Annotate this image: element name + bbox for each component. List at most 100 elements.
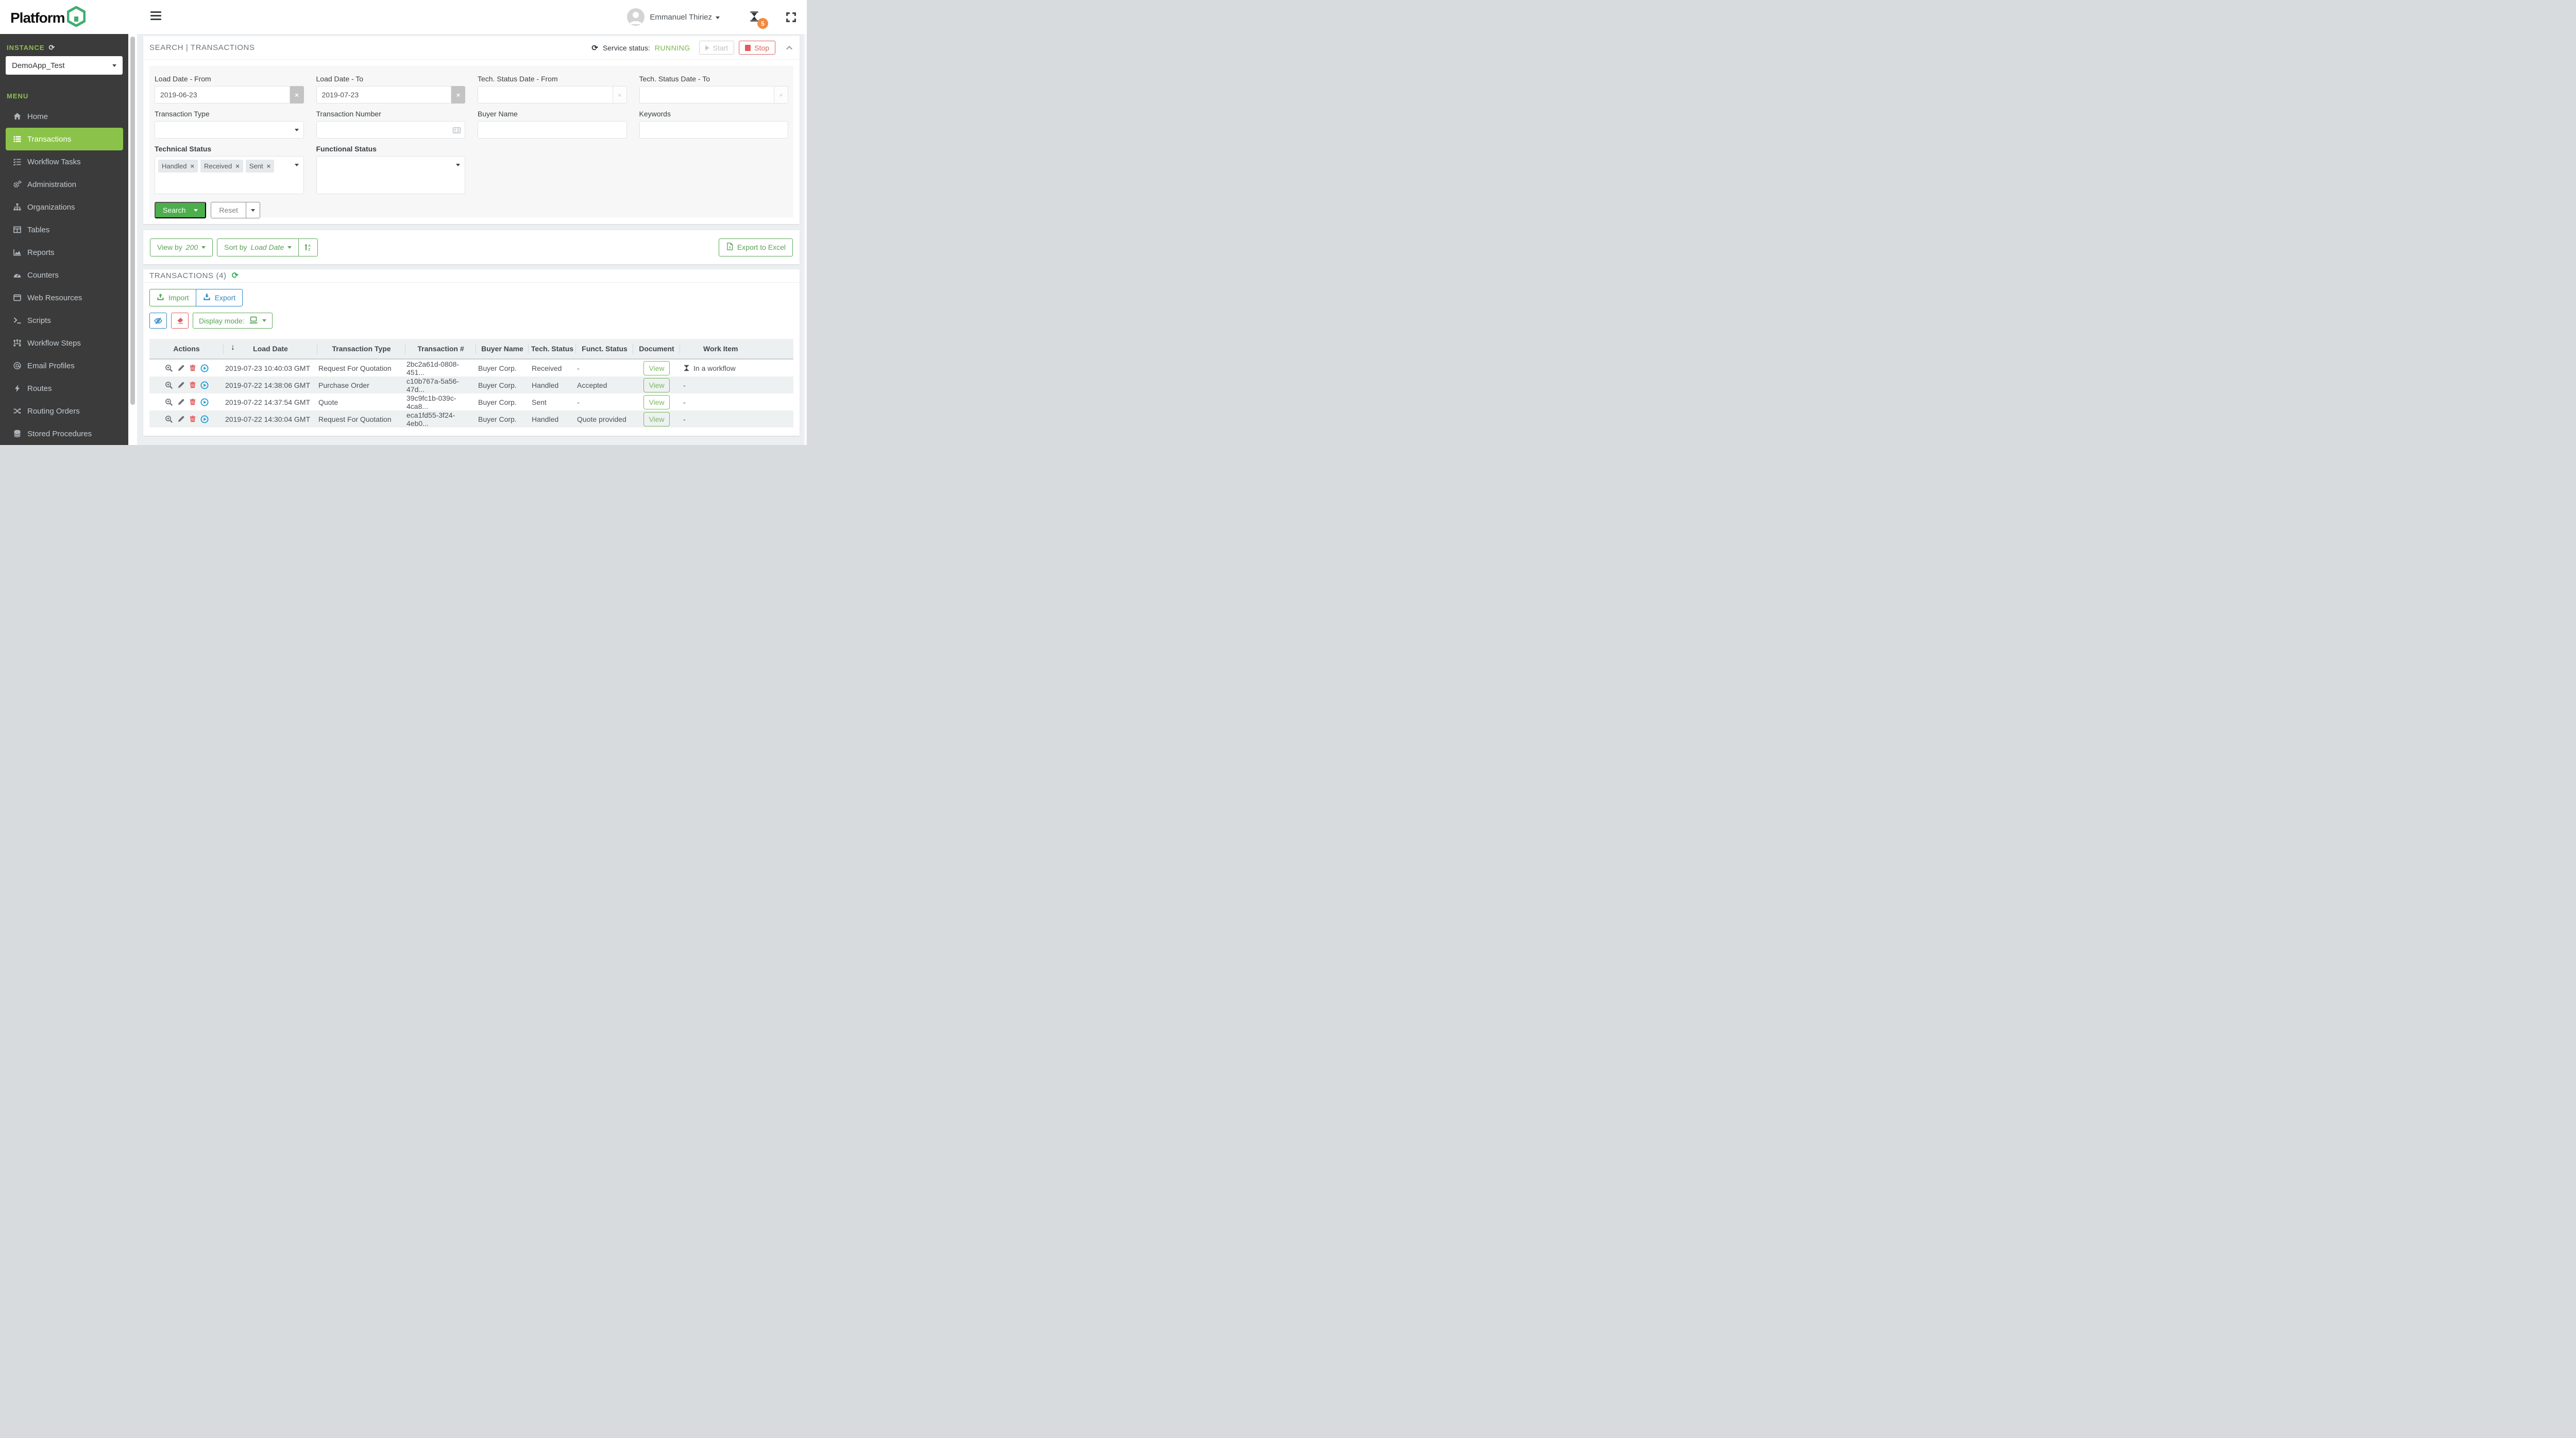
sidebar-item-home[interactable]: Home	[0, 105, 128, 128]
replay-icon[interactable]	[200, 415, 209, 423]
export-button[interactable]: Export	[195, 289, 243, 306]
column-header-actions[interactable]: Actions	[149, 339, 224, 358]
view-document-button[interactable]: View	[643, 412, 670, 426]
delete-icon[interactable]	[189, 398, 196, 406]
pending-tasks-button[interactable]: 5	[749, 9, 768, 29]
column-header-work-item[interactable]: Work Item	[680, 339, 793, 358]
sidebar-item-routes[interactable]: Routes	[0, 377, 128, 400]
service-status-refresh-icon[interactable]: ⟳	[591, 43, 598, 53]
export-to-excel-button[interactable]: x Export to Excel	[718, 238, 793, 256]
tech-status-date-to-input[interactable]	[639, 86, 774, 104]
delete-icon[interactable]	[189, 415, 196, 423]
sidebar-item-counters[interactable]: Counters	[0, 264, 128, 286]
view-document-button[interactable]: View	[643, 378, 670, 392]
sidebar-item-organizations[interactable]: Organizations	[0, 196, 128, 218]
transaction-number-input[interactable]	[316, 121, 465, 139]
instance-refresh-icon[interactable]: ⟳	[48, 43, 55, 52]
column-header-tech-status[interactable]: Tech. Status	[529, 339, 576, 358]
sort-descending-icon[interactable]: ↓	[231, 343, 235, 352]
reset-caret-button[interactable]	[245, 202, 260, 218]
clear-load-date-from-button[interactable]: ×	[290, 86, 304, 104]
sidebar-item-web-resources[interactable]: Web Resources	[0, 286, 128, 309]
tech-status-date-from-input[interactable]	[478, 86, 613, 104]
cell-work-item: -	[683, 381, 686, 389]
cell-tech-status: Received	[532, 364, 562, 372]
clear-tech-date-to-button[interactable]: ×	[774, 86, 788, 104]
view-by-button[interactable]: View by 200	[150, 238, 213, 256]
functional-status-multiselect[interactable]	[316, 156, 465, 194]
edit-icon[interactable]	[177, 415, 185, 423]
delete-icon[interactable]	[189, 381, 196, 389]
platform6-logo[interactable]: Platform	[10, 6, 86, 29]
clear-tech-date-from-button[interactable]: ×	[613, 86, 627, 104]
sort-by-value: Load Date	[250, 243, 284, 251]
keywords-input[interactable]	[639, 121, 788, 139]
clear-load-date-to-button[interactable]: ×	[451, 86, 465, 104]
sidebar-item-scripts[interactable]: Scripts	[0, 309, 128, 332]
cell-buyer-name: Buyer Corp.	[478, 364, 517, 372]
transactions-refresh-icon[interactable]: ⟳	[232, 271, 239, 280]
sidebar-item-stored-procedures[interactable]: Stored Procedures	[0, 422, 128, 445]
toggle-visibility-button[interactable]	[149, 313, 167, 329]
edit-icon[interactable]	[177, 364, 185, 372]
start-button[interactable]: Start	[699, 41, 735, 55]
column-header-transaction-number[interactable]: Transaction #	[405, 339, 476, 358]
edit-icon[interactable]	[177, 398, 185, 406]
cell-funct-status: -	[577, 398, 580, 406]
view-document-button[interactable]: View	[643, 395, 670, 409]
instance-select[interactable]: DemoApp_Test	[6, 56, 123, 75]
sort-direction-button[interactable]: AZ	[298, 238, 317, 256]
inspect-icon[interactable]	[165, 364, 173, 372]
column-header-document[interactable]: Document	[633, 339, 680, 358]
sidebar-item-workflow-tasks[interactable]: Workflow Tasks	[0, 150, 128, 173]
replay-icon[interactable]	[200, 364, 209, 372]
menu-toggle-button[interactable]	[150, 11, 161, 20]
sidebar-item-tables[interactable]: Tables	[0, 218, 128, 241]
inspect-icon[interactable]	[165, 415, 173, 423]
sidebar-item-administration[interactable]: Administration	[0, 173, 128, 196]
edit-icon[interactable]	[177, 381, 185, 389]
transaction-type-select[interactable]	[155, 121, 304, 139]
column-header-load-date[interactable]: ↓ Load Date	[224, 339, 317, 358]
collapse-panel-icon[interactable]	[785, 44, 793, 52]
remove-tag-icon[interactable]: ×	[267, 162, 271, 170]
replay-icon[interactable]	[200, 398, 209, 406]
avatar[interactable]	[627, 8, 645, 26]
load-date-to-input[interactable]	[316, 86, 451, 104]
technical-status-multiselect[interactable]: Handled × Received × Sent ×	[155, 156, 304, 194]
delete-icon[interactable]	[189, 364, 196, 372]
fullscreen-icon[interactable]	[786, 12, 796, 23]
field-tech-date-from: Tech. Status Date - From ×	[478, 75, 627, 104]
remove-tag-icon[interactable]: ×	[235, 162, 240, 170]
inspect-icon[interactable]	[165, 381, 173, 389]
user-menu-caret-icon[interactable]	[716, 12, 720, 22]
column-header-transaction-type[interactable]: Transaction Type	[317, 339, 405, 358]
cell-transaction-number: c10b767a-5a56-47d...	[406, 376, 459, 393]
remove-tag-icon[interactable]: ×	[190, 162, 194, 170]
eraser-button[interactable]	[171, 313, 189, 329]
sidebar-item-email-profiles[interactable]: Email Profiles	[0, 354, 128, 377]
reset-button[interactable]: Reset	[211, 202, 246, 218]
cell-buyer-name: Buyer Corp.	[478, 381, 517, 389]
sidebar-item-reports[interactable]: Reports	[0, 241, 128, 264]
cell-funct-status: Accepted	[577, 381, 607, 389]
sidebar-scrollbar-thumb[interactable]	[130, 37, 135, 405]
inspect-icon[interactable]	[165, 398, 173, 406]
stop-button[interactable]: Stop	[739, 41, 775, 55]
sidebar-item-workflow-steps[interactable]: Workflow Steps	[0, 332, 128, 354]
sidebar-scrollbar[interactable]	[128, 34, 137, 445]
sidebar-item-transactions[interactable]: Transactions	[6, 128, 123, 150]
replay-icon[interactable]	[200, 381, 209, 389]
view-document-button[interactable]: View	[643, 361, 670, 375]
display-mode-button[interactable]: Display mode:	[193, 313, 273, 329]
column-header-funct-status[interactable]: Funct. Status	[576, 339, 633, 358]
sort-by-button[interactable]: Sort by Load Date	[217, 239, 298, 256]
user-name[interactable]: Emmanuel Thiriez	[650, 13, 712, 22]
import-button[interactable]: Import	[149, 289, 196, 306]
load-date-from-input[interactable]	[155, 86, 290, 104]
search-button[interactable]: Search	[155, 202, 207, 218]
sidebar-item-routing-orders[interactable]: Routing Orders	[0, 400, 128, 422]
column-header-buyer-name[interactable]: Buyer Name	[476, 339, 529, 358]
buyer-name-input[interactable]	[478, 121, 627, 139]
page-scrollbar[interactable]	[804, 34, 807, 445]
